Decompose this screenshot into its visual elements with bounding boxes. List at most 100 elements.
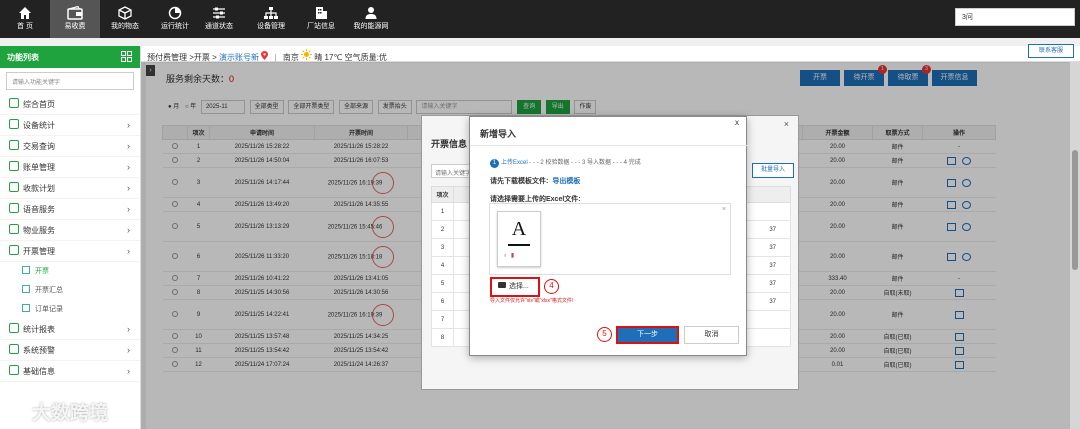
file-actions-icon: ♁ ▮ (503, 253, 515, 259)
sidebar-item-label: 统计报表 (23, 325, 55, 334)
sidebar-item-device-stats[interactable]: 设备统计 › (0, 115, 140, 136)
sidebar-item-label: 交易查询 (23, 142, 55, 151)
top-navigation-bar: 首 页 易收费 我的物态 运行统计 通道状态 设备管理 厂站信息 我的能源网 3… (0, 0, 1080, 38)
logo-icon (6, 402, 28, 425)
chevron-right-icon: › (127, 141, 130, 151)
current-step-label: 上传Excel (501, 160, 528, 166)
font-file-icon: A (511, 218, 527, 240)
close-icon[interactable]: × (784, 119, 789, 129)
nav-channel-status[interactable]: 通道状态 (194, 0, 244, 38)
sidebar-item-bills[interactable]: 账单管理 › (0, 157, 140, 178)
nav-label: 运行统计 (161, 23, 189, 30)
sidebar-subitem-label: 订单记录 (35, 306, 63, 313)
sidebar-item-reports[interactable]: 统计报表 › (0, 319, 140, 340)
sidebar-item-invoice-manage[interactable]: 开票管理 › (0, 241, 140, 262)
building-icon (296, 0, 346, 22)
city-label: 南京 (282, 53, 299, 62)
cancel-button[interactable]: 取消 (684, 326, 739, 344)
sidebar-header: 功能列表 (0, 46, 140, 68)
cell-text: 37 (769, 262, 776, 269)
chevron-right-icon: › (127, 324, 130, 334)
nav-label: 首 页 (17, 23, 33, 30)
next-step-button[interactable]: 下一步 (616, 326, 679, 344)
contact-support-button[interactable]: 联系客服 (1028, 44, 1074, 58)
chevron-right-icon: › (127, 345, 130, 355)
sidebar-item-label: 收款计划 (23, 184, 55, 193)
camera-icon (498, 282, 506, 288)
sidebar-item-label: 基础信息 (23, 367, 55, 376)
table-cell: 8 (431, 328, 454, 347)
cell-text: 37 (769, 226, 776, 233)
breadcrumb-part: > (212, 53, 217, 62)
step-callout-badge: 4 (544, 279, 559, 294)
sidebar-item-payment-plan[interactable]: 收款计划 › (0, 178, 140, 199)
chevron-right-icon: › (127, 366, 130, 376)
bill-icon (9, 161, 19, 171)
grid-icon[interactable] (121, 51, 132, 64)
column-header: 项次 (431, 186, 454, 203)
home-icon (9, 98, 19, 108)
underline-bar (508, 244, 530, 246)
sidebar-item-label: 设备统计 (23, 121, 55, 130)
close-icon[interactable]: × (722, 206, 726, 213)
sidebar-item-label: 账单管理 (23, 163, 55, 172)
property-icon (9, 224, 19, 234)
pie-chart-icon (150, 0, 200, 22)
table-cell: 5 (431, 274, 454, 293)
file-type-hint: 导入文件仅允许"xls"或"xlsx"格式文件! (490, 298, 574, 304)
scrollbar-thumb[interactable] (1072, 150, 1078, 270)
import-dialog: x 新增导入 1 上传Excel - - - 2 校验数据 - - - 3 导入数… (469, 116, 748, 356)
sidebar-item-home[interactable]: 综合首页 (0, 94, 140, 115)
table-cell: 1 (431, 202, 454, 221)
nav-station-info[interactable]: 厂站信息 (296, 0, 346, 38)
close-icon[interactable]: x (735, 118, 739, 127)
file-preview-thumbnail: A ♁ ▮ (497, 211, 541, 267)
nav-home[interactable]: 首 页 (0, 0, 50, 38)
batch-import-button[interactable]: 批量导入 (752, 163, 794, 178)
sidebar-item-label: 系统预警 (23, 346, 55, 355)
cell-text: 37 (769, 298, 776, 305)
device-icon (9, 119, 19, 129)
location-pin-icon (261, 51, 269, 62)
nav-label: 通道状态 (205, 23, 233, 30)
sidebar-subitem-invoice[interactable]: 开票 (0, 262, 140, 281)
sidebar-item-property[interactable]: 物业服务 › (0, 220, 140, 241)
sidebar: 功能列表 请输入功能关键字 综合首页 设备统计 › 交易查询 › 账单管理 › 收款计… (0, 46, 141, 429)
choose-file-label: 选择... (509, 283, 529, 290)
step-number-badge: 1 (490, 159, 499, 168)
import-steps: 1 上传Excel - - - 2 校验数据 - - - 3 导入数据 - - -… (490, 157, 641, 168)
table-cell: 4 (431, 256, 454, 275)
breadcrumb: 预付费管理 >开票 > 演示账号新 | 南京 晴 17℃ 空气质量:优 (141, 46, 1080, 62)
nav-my-energy[interactable]: 我的能源网 (346, 0, 396, 38)
sidebar-item-transactions[interactable]: 交易查询 › (0, 136, 140, 157)
file-drop-area[interactable]: × A ♁ ▮ (489, 203, 731, 275)
sidebar-item-label: 综合首页 (23, 100, 55, 109)
chevron-right-icon: › (127, 183, 130, 193)
nav-my-status[interactable]: 我的物态 (100, 0, 150, 38)
export-template-link[interactable]: 导出模板 (552, 178, 580, 185)
dialog-title: 开票信息 (431, 139, 468, 149)
sidebar-item-voice[interactable]: 语音服务 › (0, 199, 140, 220)
nav-device-manage[interactable]: 设备管理 (246, 0, 296, 38)
sidebar-item-label: 物业服务 (23, 226, 55, 235)
nav-run-stats[interactable]: 运行统计 (150, 0, 200, 38)
sun-icon (301, 49, 313, 62)
breadcrumb-part: 预付费管理 (147, 53, 187, 62)
sidebar-item-basic-info[interactable]: 基础信息 › (0, 361, 140, 382)
sidebar-item-alerts[interactable]: 系统预警 › (0, 340, 140, 361)
choose-file-button[interactable]: 选择... (490, 277, 540, 297)
nav-charge[interactable]: 易收费 (50, 0, 100, 38)
cell-text: 37 (769, 244, 776, 251)
breadcrumb-link[interactable]: 演示账号新 (219, 53, 259, 62)
sidebar-item-label: 语音服务 (23, 205, 55, 214)
sidebar-item-label: 开票管理 (23, 247, 55, 256)
top-search-input[interactable]: 3问 (955, 8, 1075, 26)
dialog-keyword-input[interactable]: 请输入关键字 (431, 164, 473, 178)
sidebar-subitem-invoice-summary[interactable]: 开票汇总 (0, 281, 140, 300)
sidebar-subitem-order-records[interactable]: 订单记录 (0, 300, 140, 319)
sliders-icon (194, 0, 244, 22)
table-cell: 2 (431, 220, 454, 239)
sidebar-search-input[interactable]: 请输入功能关键字 (6, 72, 134, 90)
chevron-right-icon: › (127, 204, 130, 214)
nav-label: 设备管理 (257, 23, 285, 30)
